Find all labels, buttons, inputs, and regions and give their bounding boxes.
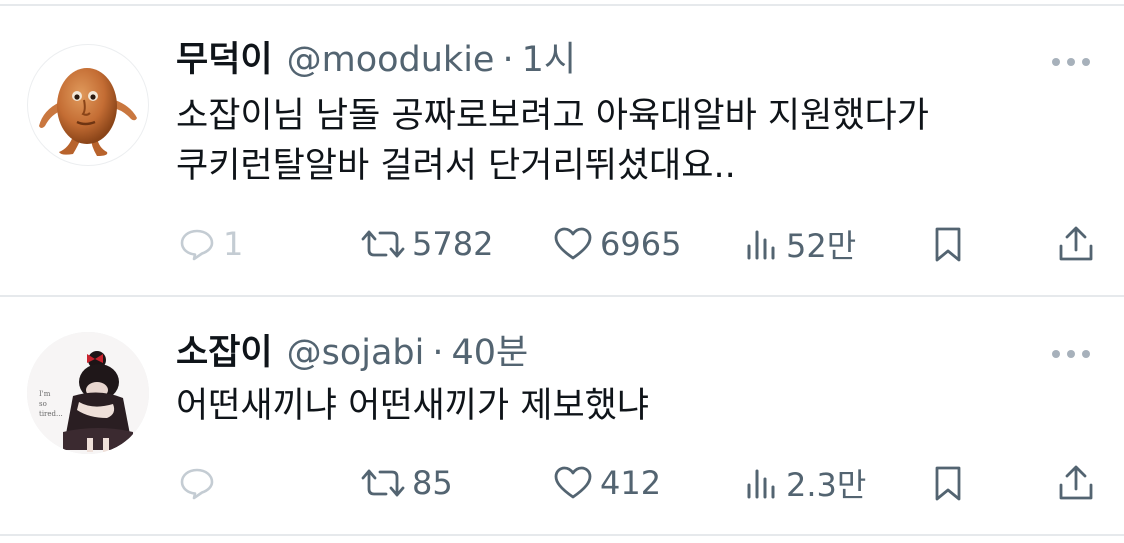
bottom-divider xyxy=(0,534,1124,536)
speech-bubble-icon xyxy=(180,229,214,261)
author-handle[interactable]: @moodukie xyxy=(287,38,495,82)
bookmark-icon xyxy=(935,227,961,262)
svg-text:I'm: I'm xyxy=(39,390,51,398)
author-handle[interactable]: @sojabi xyxy=(287,331,425,375)
girl-photo-avatar-icon: I'm so tired... xyxy=(27,332,149,454)
svg-text:so: so xyxy=(39,400,47,408)
reply-button[interactable] xyxy=(177,461,223,505)
like-count: 6965 xyxy=(600,225,682,263)
more-dots-icon[interactable] xyxy=(1052,52,1090,72)
reply-button[interactable]: 1 xyxy=(177,222,243,266)
like-button[interactable]: 412 xyxy=(552,461,661,505)
avatar-sojabi[interactable]: I'm so tired... xyxy=(27,332,149,454)
tweet-actions: 1 5782 6965 52만 xyxy=(0,222,1124,266)
share-button[interactable] xyxy=(1056,461,1096,505)
heart-icon xyxy=(554,227,592,260)
heart-icon xyxy=(554,466,592,499)
retweet-count: 5782 xyxy=(412,225,494,263)
speech-bubble-icon xyxy=(180,468,214,500)
author-name[interactable]: 소잡이 xyxy=(176,331,273,375)
tweet-header: 소잡이 @sojabi · 40분 xyxy=(176,331,528,375)
bar-chart-icon xyxy=(747,469,775,499)
orange-creature-avatar-icon xyxy=(39,68,137,156)
author-name[interactable]: 무덕이 xyxy=(176,38,273,82)
tweet-1[interactable]: 무덕이 @moodukie · 1시 소잡이님 남돌 공짜로보려고 아육대알바 … xyxy=(0,0,1124,296)
bar-chart-icon xyxy=(747,230,775,260)
retweet-button[interactable]: 5782 xyxy=(360,222,493,266)
tweet-actions: 85 412 2.3만 xyxy=(0,461,1124,505)
avatar-moodukie[interactable] xyxy=(27,44,149,166)
separator-dot: · xyxy=(432,333,444,373)
share-upload-icon xyxy=(1059,226,1093,261)
views-count: 2.3만 xyxy=(786,466,867,504)
like-count: 412 xyxy=(600,464,662,502)
bookmark-button[interactable] xyxy=(930,461,966,505)
retweet-arrows-icon xyxy=(361,230,405,258)
tweet-text: 소잡이님 남돌 공짜로보려고 아육대알바 지원했다가 쿠키런탈알바 걸려서 단거… xyxy=(176,96,929,186)
tweet-text: 어떤새끼냐 어떤새끼가 제보했냐 xyxy=(176,386,650,426)
reply-count: 1 xyxy=(223,225,244,263)
separator-dot: · xyxy=(502,40,514,80)
retweet-arrows-icon xyxy=(361,469,405,497)
svg-text:tired...: tired... xyxy=(39,410,63,418)
like-button[interactable]: 6965 xyxy=(552,222,681,266)
retweet-button[interactable]: 85 xyxy=(360,461,453,505)
tweet-2[interactable]: I'm so tired... 소잡이 @sojabi · 40분 어떤새끼냐 … xyxy=(0,297,1124,543)
timestamp[interactable]: 40분 xyxy=(452,331,529,375)
more-dots-icon[interactable] xyxy=(1052,344,1090,364)
tweet-header: 무덕이 @moodukie · 1시 xyxy=(176,38,576,82)
share-upload-icon xyxy=(1059,465,1093,500)
share-button[interactable] xyxy=(1056,222,1096,266)
views-button[interactable]: 52만 xyxy=(744,222,856,266)
bookmark-button[interactable] xyxy=(930,222,966,266)
views-button[interactable]: 2.3만 xyxy=(744,461,866,505)
views-count: 52만 xyxy=(786,227,857,265)
bookmark-icon xyxy=(935,466,961,501)
timestamp[interactable]: 1시 xyxy=(522,38,576,82)
retweet-count: 85 xyxy=(412,464,453,502)
